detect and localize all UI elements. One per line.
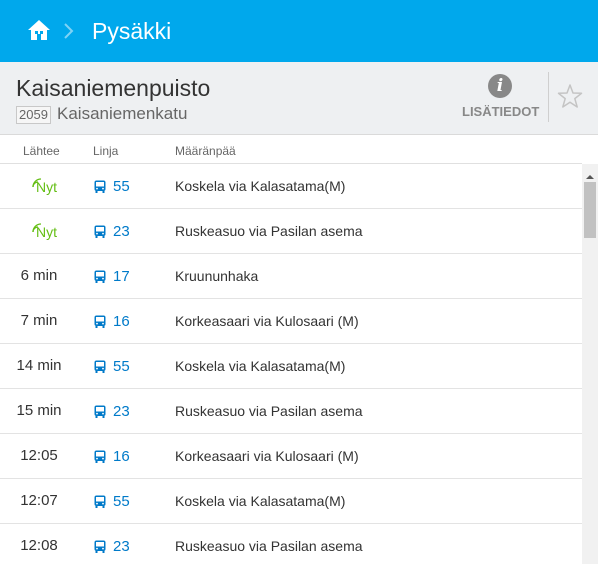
route-destination: Korkeasaari via Kulosaari (M) (175, 313, 359, 329)
departure-row[interactable]: 12:08 23 Ruskeasuo via Pasilan asema (0, 524, 582, 564)
scrollbar[interactable] (582, 164, 598, 564)
route-destination: Koskela via Kalasatama(M) (175, 358, 346, 374)
departure-row[interactable]: 6 min 17 Kruununhaka (0, 254, 582, 299)
route-destination: Koskela via Kalasatama(M) (175, 493, 346, 509)
bus-icon (94, 315, 106, 328)
departure-list: Nyt 55 Koskela via Kalasatama(M) Nyt 23 Ruske… (0, 164, 582, 564)
route-number[interactable]: 17 (113, 268, 130, 285)
route-destination: Koskela via Kalasatama(M) (175, 178, 346, 194)
bus-icon (94, 540, 106, 553)
info-button[interactable]: i LISÄTIEDOT (462, 72, 540, 130)
departure-row[interactable]: 12:05 16 Korkeasaari via Kulosaari (M) (0, 434, 582, 479)
route-number[interactable]: 55 (113, 493, 130, 510)
info-button-label: LISÄTIEDOT (462, 104, 540, 119)
route-number[interactable]: 23 (113, 403, 130, 420)
departure-time: 7 min (20, 312, 58, 329)
departure-row[interactable]: 14 min 55 Koskela via Kalasatama(M) (0, 344, 582, 389)
bus-icon (94, 225, 106, 238)
scrollbar-thumb[interactable] (584, 182, 596, 238)
route-destination: Ruskeasuo via Pasilan asema (175, 538, 363, 554)
page-title: Pysäkki (92, 18, 172, 44)
info-icon: i (488, 74, 512, 98)
bus-icon (94, 270, 106, 283)
route-number[interactable]: 55 (113, 358, 130, 375)
bus-icon (94, 405, 106, 418)
departure-time: Nyt (36, 179, 57, 195)
bus-icon (94, 180, 106, 193)
departure-time: Nyt (36, 224, 57, 240)
scroll-up-arrow-icon[interactable] (586, 168, 594, 179)
route-number[interactable]: 16 (113, 448, 130, 465)
route-destination: Ruskeasuo via Pasilan asema (175, 403, 363, 419)
column-header-time: Lähtee (23, 144, 60, 158)
departure-row[interactable]: 7 min 16 Korkeasaari via Kulosaari (M) (0, 299, 582, 344)
bus-icon (94, 450, 106, 463)
departure-time: 15 min (16, 402, 62, 419)
column-header-destination: Määränpää (175, 144, 236, 158)
departure-time: 12:07 (20, 492, 58, 509)
home-icon[interactable] (26, 17, 52, 43)
stop-name: Kaisaniemenpuisto (16, 75, 211, 101)
top-bar: Pysäkki (0, 0, 598, 62)
departure-time: 12:08 (20, 537, 58, 554)
star-outline-icon[interactable] (556, 82, 584, 110)
departure-row[interactable]: 15 min 23 Ruskeasuo via Pasilan asema (0, 389, 582, 434)
stop-header: Kaisaniemenpuisto 2059 Kaisaniemenkatu i… (0, 62, 598, 135)
stop-code-badge: 2059 (16, 106, 51, 124)
header-divider (548, 72, 549, 122)
route-destination: Kruununhaka (175, 268, 259, 284)
route-number[interactable]: 23 (113, 223, 130, 240)
route-number[interactable]: 23 (113, 538, 130, 555)
route-number[interactable]: 16 (113, 313, 130, 330)
departure-time: 12:05 (20, 447, 58, 464)
route-number[interactable]: 55 (113, 178, 130, 195)
departure-column-headers: Lähtee Linja Määränpää (0, 136, 582, 164)
departure-row[interactable]: Nyt 23 Ruskeasuo via Pasilan asema (0, 209, 582, 254)
stop-street: Kaisaniemenkatu (57, 104, 188, 123)
departure-time: 14 min (16, 357, 62, 374)
route-destination: Ruskeasuo via Pasilan asema (175, 223, 363, 239)
departure-row[interactable]: 12:07 55 Koskela via Kalasatama(M) (0, 479, 582, 524)
departure-row[interactable]: Nyt 55 Koskela via Kalasatama(M) (0, 164, 582, 209)
bus-icon (94, 495, 106, 508)
column-header-line: Linja (93, 144, 119, 158)
chevron-right-icon (62, 18, 76, 44)
route-destination: Korkeasaari via Kulosaari (M) (175, 448, 359, 464)
departure-time: 6 min (20, 267, 58, 284)
bus-icon (94, 360, 106, 373)
